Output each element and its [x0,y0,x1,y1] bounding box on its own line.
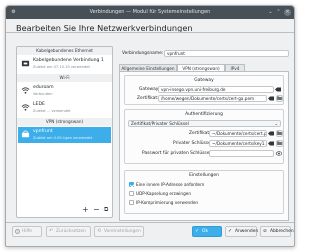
help-icon: ? [15,229,20,234]
clear-field-icon[interactable] [268,131,274,136]
list-item[interactable]: Kabelgebundene Verbindung 1 Zuletzt am 0… [18,56,111,72]
help-button[interactable]: ? Hilfe [12,226,42,237]
connection-list: Kabelgebundenes Ethernet Kabelgebundene … [16,46,113,218]
list-item[interactable]: vpnfrunt Zuletzt am 0.09.1gen verwendet [18,127,111,143]
clear-field-icon[interactable] [275,87,281,92]
checkbox-unchecked-icon [129,200,134,205]
auth-method-value: Zertifikat/Privater Schlüssel [131,121,189,126]
vpn-icon [21,130,30,138]
settings-group-title: Einstellungen [189,173,219,178]
certificate-field[interactable]: /home/wegen/Dokumente/certs/cert-ga.pem [158,95,267,102]
auth-cert-label: Zertifikat: [189,131,211,136]
connection-name-label: Verbindungsname: [122,51,164,56]
cancel-label: Abbrechen [270,229,294,234]
cancel-button[interactable]: ⊘ Abbrechen [260,226,294,237]
help-label: Hilfe [22,229,32,234]
connection-status: Zuletzt ... verwendet [33,108,71,113]
key-password-field[interactable] [209,150,274,157]
dialog-footer: ? Hilfe ↶ Zurücksetzen ⟲ Voreinstellungen ✓… [6,218,294,246]
folder-icon [277,96,282,100]
connection-name: eduroam [33,85,54,90]
udp-encapsulation-checkbox[interactable]: UDP-Kapselung erzwingen [129,191,191,196]
remove-connection-button[interactable]: − [93,206,100,214]
cancel-icon: ⊘ [263,229,267,234]
open-file-button[interactable] [276,130,283,137]
connection-status: Zuletzt am 0.09.1gen verwendet [33,135,93,140]
ok-label: Ok [202,229,208,234]
checkbox-label: UDP-Kapselung erzwingen [136,191,191,196]
search-box[interactable] [16,36,113,54]
checkbox-label: IP-Komprimierung verwenden [136,200,199,205]
authentication-group-title: Authentifizierung [185,112,223,117]
connection-name: Kabelgebundene Verbindung 1 [33,58,104,63]
apply-button[interactable]: ✓ Anwenden [225,226,259,237]
apply-label: Anwenden [235,229,259,234]
connection-status: Verbunden [33,91,53,96]
tab-vpn[interactable]: VPN (strongswan) [177,64,225,71]
open-file-button[interactable] [276,95,283,102]
clear-field-icon[interactable] [268,96,274,101]
private-key-label: Privater Schlüssel: [173,141,214,146]
gateway-label: Gateway: [139,87,160,92]
connection-name: vpnfrunt [33,129,53,134]
ethernet-icon [21,60,30,67]
maximize-icon[interactable]: ⌃ [275,9,282,16]
settings-window: ⚙ Verbindungen — Modul für Systemeinstel… [5,5,295,247]
settings-group: Einstellungen Eine innere IP-Adresse anf… [124,170,284,214]
list-item[interactable]: eduroam Verbunden [18,83,111,99]
category-wifi: Wi-Fi [17,74,112,82]
list-item[interactable]: LEDE Zuletzt ... verwendet [18,100,111,116]
defaults-button[interactable]: ⟲ Voreinstellungen [94,226,144,237]
window-title: Verbindungen — Modul für Systemeinstellu… [89,9,211,15]
clear-field-icon[interactable] [268,141,274,146]
certificate-label: Zertifikat: [137,96,159,101]
category-vpn: VPN (strongswan) [17,118,112,126]
folder-icon [277,141,282,145]
ok-button[interactable]: ✓ Ok [192,226,222,237]
wifi-icon [21,104,30,111]
auth-cert-field[interactable]: ~/Dokumente/certs/cert.pem [209,130,267,137]
export-connection-button[interactable]: ⧉ [104,206,108,214]
connection-status: Zuletzt am 07.10.19 verwendet [33,64,90,69]
checkbox-checked-icon [129,182,134,187]
reset-label: Zurücksetzen [56,229,86,234]
reset-button[interactable]: ↶ Zurücksetzen [46,226,91,237]
open-file-button[interactable] [276,140,283,147]
ip-compression-checkbox[interactable]: IP-Komprimierung verwenden [129,200,198,205]
gateway-field[interactable]: vpn-insego.vpn.uni-freiburg.de [158,86,274,93]
connection-name-field[interactable]: vpnfrunt [164,50,289,57]
close-icon[interactable]: × [284,9,291,16]
private-key-field[interactable]: ~/Dokumente/certs/key1.pem [209,140,267,147]
request-inner-ip-checkbox[interactable]: Eine innere IP-Adresse anfordern [129,182,204,187]
gateway-group: Gateway Gateway: vpn-insego.vpn.uni-frei… [124,75,284,105]
authentication-group: Authentifizierung Zertifikat/Privater Sc… [124,109,284,164]
tab-panel-vpn: Gateway Gateway: vpn-insego.vpn.uni-frei… [119,71,289,221]
minimize-icon[interactable]: ⌄ [267,9,274,16]
checkbox-label: Eine innere IP-Adresse anfordern [136,182,205,187]
show-password-icon[interactable] [276,151,282,156]
key-password-label: Passwort für privaten Schlüssel: [142,151,213,156]
checkbox-unchecked-icon [129,191,134,196]
tab-general[interactable]: Allgemeine Einstellungen [119,64,177,71]
connection-editor: Verbindungsname: vpnfrunt Allgemeine Ein… [119,33,289,221]
wifi-icon [21,87,30,94]
connection-name: LEDE [33,102,45,107]
defaults-icon: ⟲ [97,228,102,234]
folder-icon [277,131,282,135]
apply-icon: ✓ [228,228,233,234]
defaults-label: Voreinstellungen [104,229,141,234]
undo-icon: ↶ [49,228,54,234]
tab-ipv4[interactable]: IPv4 [225,64,245,71]
auth-method-select[interactable]: Zertifikat/Privater Schlüssel ⌄ [128,120,281,127]
title-bar[interactable]: ⚙ Verbindungen — Modul für Systemeinstel… [6,6,294,19]
checkmark-icon: ✓ [195,228,200,234]
gateway-group-title: Gateway [194,78,214,83]
chevron-down-icon: ⌄ [274,121,278,126]
category-ethernet: Kabelgebundenes Ethernet [17,47,112,55]
add-connection-button[interactable]: + [82,206,89,214]
